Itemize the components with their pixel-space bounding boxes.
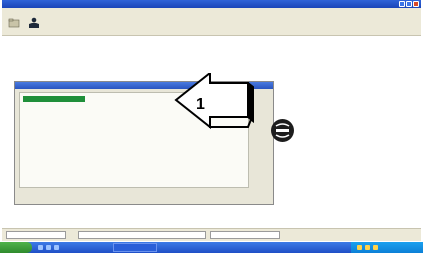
progress-bar bbox=[23, 96, 85, 102]
status-field-left bbox=[6, 231, 66, 239]
open-folder-icon bbox=[8, 18, 20, 28]
title-bar[interactable] bbox=[2, 0, 421, 8]
progress-fill bbox=[23, 96, 85, 102]
callout-number: 1 bbox=[196, 96, 205, 113]
maximize-button[interactable] bbox=[406, 1, 412, 7]
status-field-middle[interactable] bbox=[78, 231, 206, 239]
window-controls bbox=[399, 1, 419, 7]
status-field-right bbox=[210, 231, 280, 239]
taskbar-app-button[interactable] bbox=[113, 243, 157, 252]
tray-icon[interactable] bbox=[357, 245, 362, 250]
toolbar bbox=[2, 15, 421, 36]
quick-launch-icon[interactable] bbox=[38, 245, 43, 250]
quick-launch-icon[interactable] bbox=[54, 245, 59, 250]
person-button[interactable] bbox=[26, 17, 42, 34]
minimize-button[interactable] bbox=[399, 1, 405, 7]
tray-icon[interactable] bbox=[373, 245, 378, 250]
open-button[interactable] bbox=[6, 17, 22, 34]
logo-mark-icon bbox=[271, 119, 294, 142]
menu-bar bbox=[2, 8, 421, 15]
person-icon bbox=[29, 17, 39, 28]
status-bar bbox=[2, 228, 421, 241]
close-button[interactable] bbox=[413, 1, 419, 7]
system-tray bbox=[351, 242, 423, 253]
quick-launch-icon[interactable] bbox=[46, 245, 51, 250]
taskbar bbox=[0, 242, 423, 253]
start-button[interactable] bbox=[0, 242, 32, 253]
callout-arrow bbox=[174, 73, 254, 130]
round-brand-logo bbox=[271, 119, 294, 142]
tray-icon[interactable] bbox=[365, 245, 370, 250]
